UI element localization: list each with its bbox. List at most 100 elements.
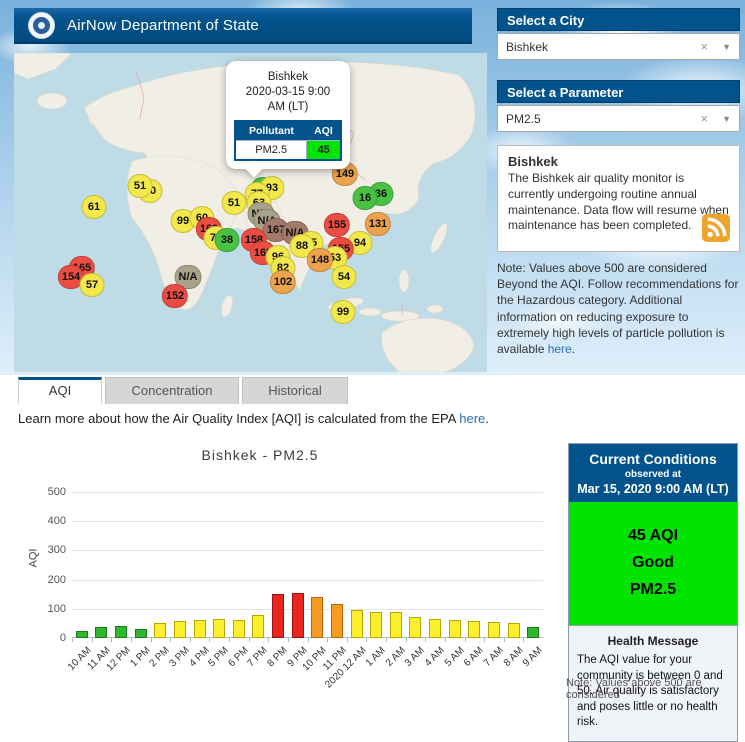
x-tick-mark <box>91 638 93 642</box>
parameter-select-value: PM2.5 <box>506 111 541 126</box>
cc-title: Current Conditions <box>589 451 717 467</box>
x-tick-mark <box>150 638 152 642</box>
bar-chart-plot <box>72 492 543 642</box>
learn-more-line: Learn more about how the Air Quality Ind… <box>18 411 489 426</box>
learn-more-here-link[interactable]: here <box>459 411 485 426</box>
gridline <box>72 521 543 523</box>
aqi-bar <box>232 620 245 638</box>
city-info-box: Bishkek The Bishkek air quality monitor … <box>497 145 740 252</box>
x-tick-mark <box>170 638 172 642</box>
popup-aqi-value: 45 <box>306 139 342 161</box>
parameter-caret-icon[interactable]: ▼ <box>722 114 731 124</box>
aqi-bar <box>75 631 88 638</box>
parameter-clear-icon[interactable]: × <box>700 111 708 126</box>
x-tick-label: 2 PM <box>147 645 173 670</box>
popup-col-aqi: AQI <box>306 120 341 141</box>
x-tick-mark <box>130 638 132 642</box>
x-tick-mark <box>327 638 329 642</box>
x-tick-mark <box>248 638 250 642</box>
aqi-bar <box>193 620 206 638</box>
aqi-bar <box>311 597 324 638</box>
map-popup[interactable]: Bishkek 2020-03-15 9:00 AM (LT) Pollutan… <box>226 61 350 169</box>
x-tick-label: 3 PM <box>167 645 192 670</box>
x-tick-label: 1 PM <box>128 645 153 670</box>
aqi-bar <box>370 612 383 638</box>
city-clear-icon[interactable]: × <box>700 39 708 54</box>
x-tick-mark <box>307 638 309 642</box>
y-tick-label: 0 <box>59 632 66 644</box>
gridline <box>72 492 543 493</box>
x-tick-mark <box>229 638 230 642</box>
aqi-map-marker[interactable]: 148 <box>306 248 334 272</box>
aqi-bar <box>507 623 520 638</box>
aqi-bar <box>330 604 343 638</box>
tab-aqi[interactable]: AQI <box>18 377 102 404</box>
note-text: Note: Values above 500 are considered Be… <box>497 261 739 356</box>
aqi-bar <box>487 622 500 638</box>
x-tick-label: 7 PM <box>245 645 271 670</box>
aqi-bar <box>429 619 442 638</box>
x-tick-label: 8 PM <box>265 645 290 670</box>
popup-pollutant-value: PM2.5 <box>234 139 308 161</box>
popup-datetime-2: AM (LT) <box>267 100 309 113</box>
x-tick-label: 6 AM <box>462 645 487 669</box>
aqi-map-marker[interactable]: 99 <box>330 300 356 324</box>
aqi-map-marker[interactable]: 152 <box>161 284 189 308</box>
aqi-bar <box>173 621 186 638</box>
parameter-select[interactable]: PM2.5 × ▼ <box>497 105 740 132</box>
aqi-map-marker[interactable]: 61 <box>81 195 107 219</box>
cc-aqi-category: Good <box>632 554 674 571</box>
x-tick-label: 6 PM <box>226 645 251 670</box>
dos-seal-icon <box>28 11 55 39</box>
tab-historical[interactable]: Historical <box>242 377 348 404</box>
aqi-bar <box>95 627 108 638</box>
aqi-map-marker[interactable]: 54 <box>331 265 357 289</box>
learn-more-text: Learn more about how the Air Quality Ind… <box>18 411 460 426</box>
popup-col-pollutant: Pollutant <box>235 120 307 141</box>
tab-concentration[interactable]: Concentration <box>105 377 239 404</box>
aqi-map-marker[interactable]: 57 <box>79 273 105 297</box>
current-conditions-header: Current Conditions observed at Mar 15, 2… <box>569 444 737 502</box>
world-map[interactable]: 5051611494937763513616N/AN/A9960160167N/… <box>14 53 487 372</box>
aqi-bar <box>272 594 285 638</box>
aqi-bar <box>527 627 540 638</box>
x-tick-mark <box>444 638 446 642</box>
aqi-map-marker[interactable]: 51 <box>127 174 153 198</box>
city-select[interactable]: Bishkek × ▼ <box>497 33 740 60</box>
aqi-map-marker[interactable]: 51 <box>221 191 247 215</box>
aqi-bar <box>409 617 422 638</box>
aqi-bar <box>115 626 128 638</box>
aqi-map-marker[interactable]: 131 <box>364 212 392 236</box>
x-tick-label: 5 PM <box>206 645 231 670</box>
select-city-header: Select a City <box>497 8 740 31</box>
city-caret-icon[interactable]: ▼ <box>722 42 731 52</box>
x-tick-mark <box>405 638 407 642</box>
info-message: The Bishkek air quality monitor is curre… <box>508 171 729 233</box>
rss-icon[interactable] <box>702 214 730 242</box>
aqi-bar <box>468 621 481 638</box>
x-tick-mark <box>523 638 525 642</box>
aqi-map-marker[interactable]: 38 <box>214 228 240 252</box>
aqi-map-marker[interactable]: 16 <box>352 186 378 210</box>
cc-parameter: PM2.5 <box>629 581 677 598</box>
x-tick-label: 4 AM <box>422 645 447 669</box>
aqi-bar <box>350 610 363 638</box>
cc-health-title: Health Message <box>607 634 699 648</box>
note-suffix: . <box>571 341 576 356</box>
note-here-link[interactable]: here <box>548 342 572 356</box>
x-tick-mark <box>268 638 270 642</box>
aqi-map-marker[interactable]: 155 <box>323 213 351 237</box>
chart-tabs: AQI Concentration Historical <box>18 377 348 404</box>
popup-aqi-table: Pollutant AQI PM2.5 45 <box>234 119 342 161</box>
x-tick-label: 9 AM <box>521 645 545 669</box>
x-tick-label: 4 PM <box>187 645 212 670</box>
learn-more-suffix: . <box>485 411 489 426</box>
y-tick-label: 200 <box>47 573 66 586</box>
x-tick-mark <box>503 638 505 642</box>
x-tick-mark <box>346 638 348 642</box>
cc-aqi-panel: 45 AQI Good PM2.5 <box>569 502 737 625</box>
cc-observed-at: observed at <box>624 469 682 480</box>
select-parameter-header: Select a Parameter <box>497 80 740 103</box>
aqi-map-marker[interactable]: 102 <box>269 270 297 294</box>
x-tick-mark <box>209 638 211 642</box>
